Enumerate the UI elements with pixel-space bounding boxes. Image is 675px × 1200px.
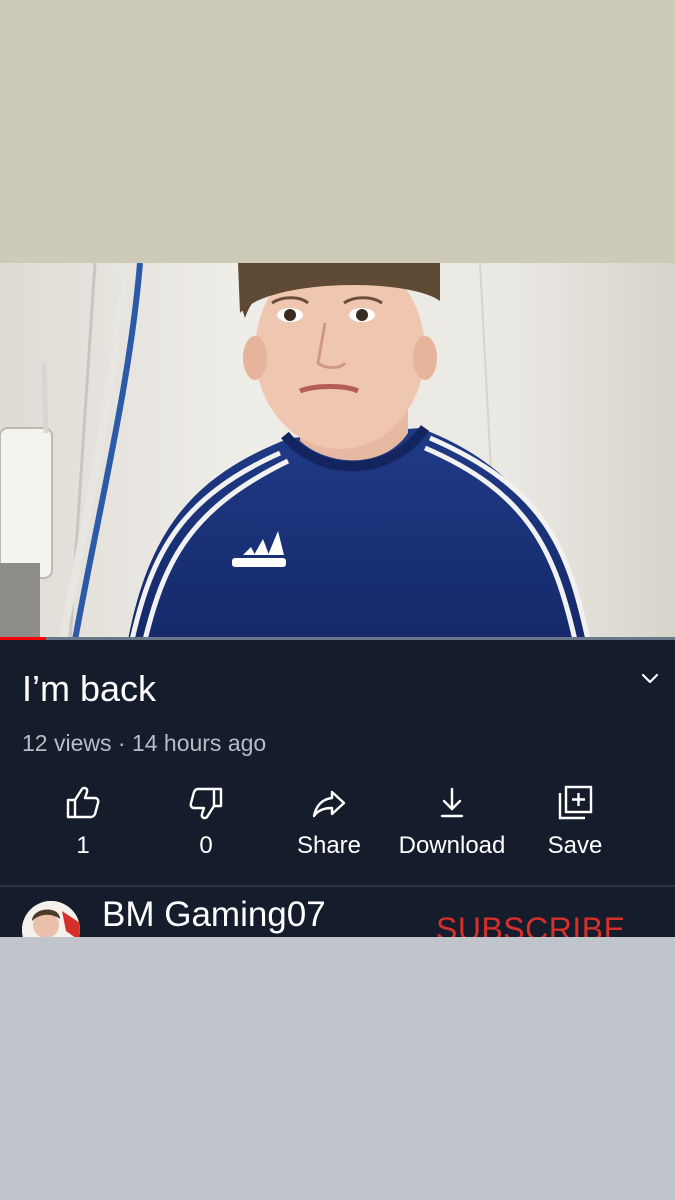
subscribe-button[interactable]: SUBSCRIBE [436, 911, 625, 937]
top-background-band [0, 0, 675, 263]
share-button[interactable]: Share [264, 780, 394, 870]
video-player[interactable] [0, 263, 675, 640]
thumbs-up-icon [66, 786, 100, 819]
bottom-background-band [0, 937, 675, 1200]
share-arrow-icon [312, 790, 346, 818]
video-title[interactable]: I’m back [22, 668, 156, 710]
video-info-panel: I’m back 12 views · 14 hours ago 1 0 Sha… [0, 640, 675, 937]
save-label: Save [547, 832, 603, 859]
channel-name[interactable]: BM Gaming07 [102, 895, 326, 935]
video-frame-image [0, 263, 675, 640]
share-label: Share [296, 832, 362, 859]
like-count: 1 [76, 832, 90, 859]
action-bar: 1 0 Share Download Save [0, 780, 675, 870]
channel-avatar[interactable] [22, 901, 80, 937]
thumbs-down-icon [189, 787, 223, 820]
dislike-button[interactable]: 0 [141, 780, 271, 870]
add-to-playlist-icon [558, 785, 593, 820]
avatar-image [22, 901, 80, 937]
video-metadata: 12 views · 14 hours ago [22, 730, 267, 756]
dislike-count: 0 [199, 832, 213, 859]
chevron-down-icon [641, 673, 659, 684]
channel-row: BM Gaming07 SUBSCRIBE [0, 887, 675, 937]
download-button[interactable]: Download [387, 780, 517, 870]
expand-description-button[interactable] [636, 668, 664, 690]
save-button[interactable]: Save [510, 780, 640, 870]
download-icon [440, 787, 464, 818]
download-label: Download [398, 832, 506, 859]
like-button[interactable]: 1 [18, 780, 148, 870]
